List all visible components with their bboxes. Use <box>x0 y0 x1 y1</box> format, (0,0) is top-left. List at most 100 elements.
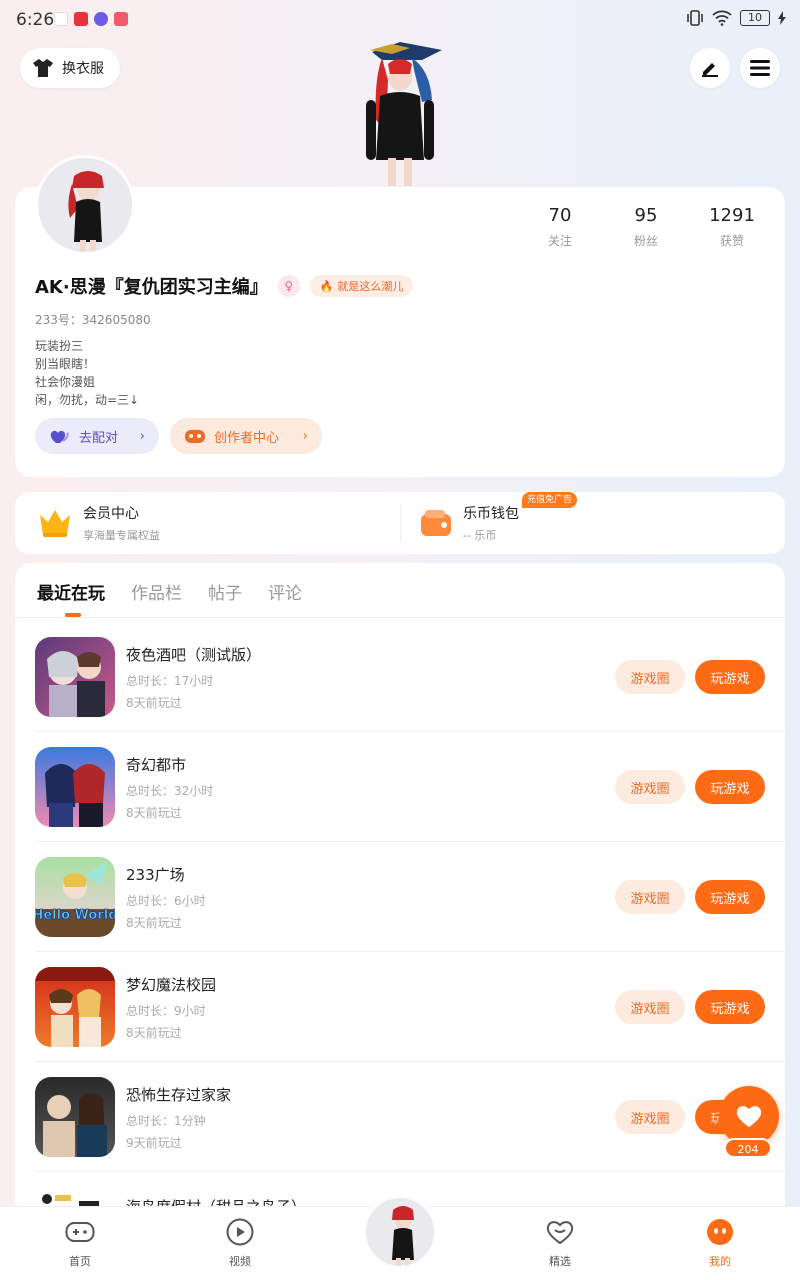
game-name: 恐怖生存过家家 <box>126 1086 232 1104</box>
play-game-button[interactable]: 玩游戏 <box>695 880 765 914</box>
member-center-subtitle: 享海量专属权益 <box>83 529 160 542</box>
stat-likes[interactable]: 1291 获赞 <box>689 205 775 249</box>
user-id: 233号：342605080 <box>35 313 151 327</box>
profile-card: 70 关注 95 粉丝 1291 获赞 AK·思漫『复仇团实习主编』 ♀ 🔥 就… <box>15 155 785 477</box>
pencil-icon <box>702 63 718 77</box>
edit-button[interactable] <box>690 48 730 88</box>
stat-following[interactable]: 70 关注 <box>517 205 603 249</box>
app-notification-icon <box>114 12 128 26</box>
game-playtime: 总时长：17小时 <box>126 674 214 688</box>
chevron-right-icon: › <box>302 428 308 444</box>
nav-avatar-button[interactable] <box>363 1195 437 1269</box>
app-notification-icon <box>74 12 88 26</box>
creator-center-button[interactable]: 创作者中心 › <box>170 418 322 454</box>
nav-video[interactable]: 视频 <box>200 1217 280 1269</box>
game-last-played: 8天前玩过 <box>126 916 182 930</box>
gamepad-icon <box>185 430 205 443</box>
like-count-badge: 204 <box>724 1138 772 1158</box>
tab-posts[interactable]: 帖子 <box>208 579 242 604</box>
game-playtime: 总时长：32小时 <box>126 784 214 798</box>
game-icon-horror-house <box>35 1077 115 1157</box>
tab-recent[interactable]: 最近在玩 <box>37 579 105 604</box>
avatar-character-icon <box>392 1206 414 1266</box>
nav-label: 首页 <box>69 1255 91 1268</box>
game-row[interactable]: 夜色酒吧（测试版） 总时长：17小时 8天前玩过 游戏圈 玩游戏 <box>15 622 785 732</box>
game-circle-button[interactable]: 游戏圈 <box>615 990 685 1024</box>
stat-label: 关注 <box>547 234 572 248</box>
chevron-right-icon: › <box>139 428 145 444</box>
nav-label: 视频 <box>229 1255 251 1268</box>
hello-world-logo: Hello World <box>35 908 115 923</box>
battery-icon: 10 <box>740 10 770 26</box>
play-circle-icon <box>226 1218 254 1246</box>
game-row[interactable]: Hello World 233广场 总时长：6小时 8天前玩过 游戏圈 玩游戏 <box>15 842 785 952</box>
stat-value: 1291 <box>709 205 755 226</box>
profile-tabs: 最近在玩 作品栏 帖子 评论 <box>37 579 302 604</box>
like-fab-button[interactable] <box>719 1086 779 1146</box>
bio-line: 别当眼瞎！ <box>35 357 96 371</box>
game-row[interactable]: 梦幻魔法校园 总时长：9小时 8天前玩过 游戏圈 玩游戏 <box>15 952 785 1062</box>
app-notification-icon <box>94 12 108 26</box>
recent-games-card: 最近在玩 作品栏 帖子 评论 夜色酒吧（测试版） 总时长：17小时 8天前玩过 … <box>15 563 785 1263</box>
member-wallet-card: 会员中心 享海量专属权益 乐币钱包 -- 乐币 充值免广告 <box>15 492 785 554</box>
play-game-button[interactable]: 玩游戏 <box>695 660 765 694</box>
game-last-played: 8天前玩过 <box>126 696 182 710</box>
bio-line: 玩装扮三 <box>35 339 84 353</box>
game-name: 梦幻魔法校园 <box>126 976 217 994</box>
hearts-icon <box>50 430 69 443</box>
tab-comments[interactable]: 评论 <box>268 579 302 604</box>
shirt-icon <box>33 59 53 77</box>
wallet-icon <box>421 510 451 536</box>
notification-icons <box>54 12 128 26</box>
name-row: AK·思漫『复仇团实习主编』 ♀ 🔥 就是这么潮儿 <box>35 273 414 299</box>
play-game-button[interactable]: 玩游戏 <box>695 990 765 1024</box>
charging-icon <box>778 11 786 25</box>
user-name: AK·思漫『复仇团实习主编』 <box>35 277 268 298</box>
stat-label: 获赞 <box>719 234 744 248</box>
ad-free-badge: 充值免广告 <box>522 492 578 508</box>
game-circle-button[interactable]: 游戏圈 <box>615 1100 685 1134</box>
gamepad-icon <box>65 1222 95 1242</box>
game-playtime: 总时长：9小时 <box>126 1004 206 1018</box>
heart-chat-icon <box>546 1221 574 1245</box>
tab-works[interactable]: 作品栏 <box>131 579 182 604</box>
game-circle-button[interactable]: 游戏圈 <box>615 880 685 914</box>
character-avatar-illustration[interactable] <box>352 40 448 190</box>
stat-followers[interactable]: 95 粉丝 <box>603 205 689 249</box>
game-circle-button[interactable]: 游戏圈 <box>615 660 685 694</box>
bio-line: 社会你漫姐 <box>35 375 96 389</box>
go-match-button[interactable]: 去配对 › <box>35 418 159 454</box>
profile-face-icon <box>707 1219 733 1245</box>
play-game-button[interactable]: 玩游戏 <box>695 770 765 804</box>
menu-button[interactable] <box>740 48 780 88</box>
divider <box>15 617 785 618</box>
game-name: 夜色酒吧（测试版） <box>126 646 262 664</box>
status-bar: 6:26 10 <box>0 0 800 40</box>
change-outfit-button[interactable]: 换衣服 <box>20 48 120 88</box>
game-playtime: 总时长：6小时 <box>126 894 206 908</box>
nav-home[interactable]: 首页 <box>40 1217 120 1269</box>
change-outfit-label: 换衣服 <box>62 61 104 77</box>
game-row[interactable]: 奇幻都市 总时长：32小时 8天前玩过 游戏圈 玩游戏 <box>15 732 785 842</box>
user-avatar[interactable] <box>35 155 135 255</box>
game-icon-night-bar <box>35 637 115 717</box>
game-icon-233-plaza: Hello World <box>35 857 115 937</box>
member-center-title: 会员中心 <box>83 506 139 522</box>
bio-line: 闲，勿扰，动=三↓ <box>35 393 140 407</box>
nav-mine[interactable]: 我的 <box>680 1217 760 1269</box>
game-name: 233广场 <box>126 866 185 884</box>
user-tag-chip[interactable]: 🔥 就是这么潮儿 <box>309 275 414 297</box>
nav-featured[interactable]: 精选 <box>520 1217 600 1269</box>
status-time: 6:26 <box>16 10 55 30</box>
bottom-nav: 首页 视频 精选 我的 <box>0 1195 800 1280</box>
divider <box>400 504 401 542</box>
game-last-played: 8天前玩过 <box>126 806 182 820</box>
stat-label: 粉丝 <box>633 234 658 248</box>
wallet-subtitle: -- 乐币 <box>463 529 497 542</box>
member-center-entry[interactable]: 会员中心 享海量专属权益 <box>37 492 160 554</box>
wallet-entry[interactable]: 乐币钱包 -- 乐币 <box>419 492 519 554</box>
game-row[interactable]: 恐怖生存过家家 总时长：1分钟 9天前玩过 游戏圈 玩游戏 <box>15 1062 785 1172</box>
vibrate-icon <box>687 10 703 26</box>
status-right: 10 <box>686 10 786 26</box>
game-circle-button[interactable]: 游戏圈 <box>615 770 685 804</box>
